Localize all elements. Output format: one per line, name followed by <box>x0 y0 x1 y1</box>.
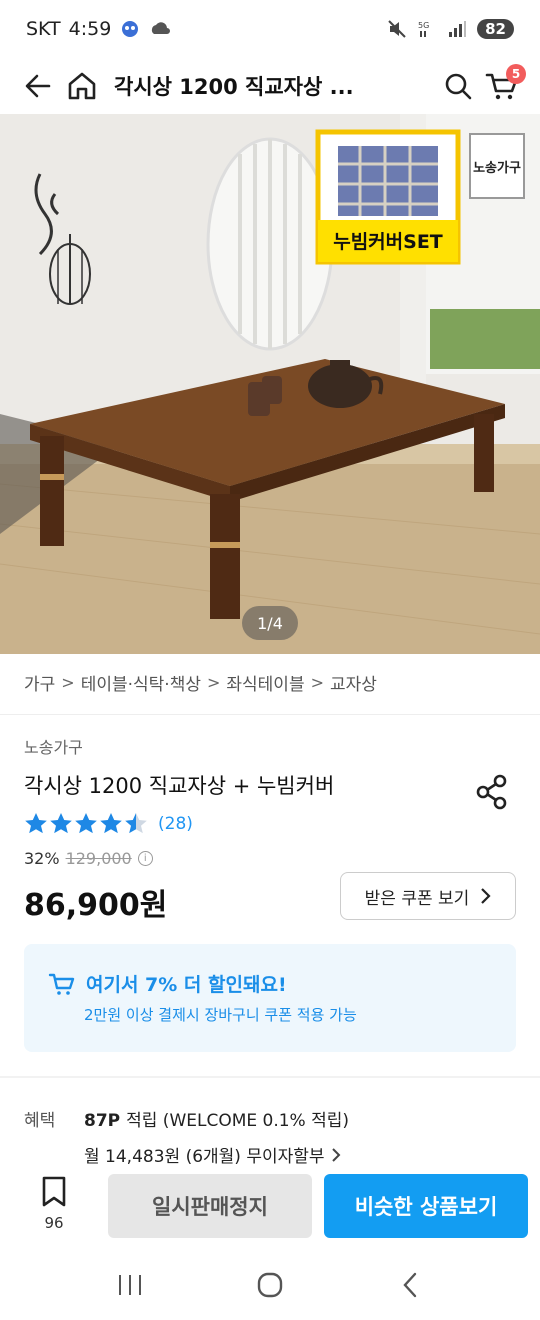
discount-percent: 32% <box>24 849 60 868</box>
review-count-link[interactable]: (28) <box>158 814 193 834</box>
bookmark-button[interactable]: 96 <box>30 1176 78 1240</box>
cart-icon <box>48 973 75 995</box>
breadcrumb-item[interactable]: 교자상 <box>330 670 377 695</box>
time-label: 4:59 <box>68 18 112 40</box>
divider <box>0 714 540 715</box>
chevron-right-icon: > <box>206 673 221 692</box>
chevron-right-icon <box>331 1147 340 1162</box>
system-navigation-bar <box>0 1250 540 1320</box>
image-pager: 1/4 <box>242 606 298 640</box>
back-button[interactable] <box>16 64 60 108</box>
home-circle-icon <box>257 1272 283 1298</box>
points-benefit: 87P 적립 (WELCOME 0.1% 적립) <box>84 1106 349 1131</box>
app-notification-icon <box>119 19 141 39</box>
chevron-right-icon: > <box>310 673 324 692</box>
promo-banner[interactable]: 여기서 7% 더 할인돼요! 2만원 이상 결제시 장바구니 쿠폰 적용 가능 <box>24 944 516 1052</box>
points-description: 적립 (WELCOME 0.1% 적립) <box>126 1111 350 1131</box>
promo-title: 여기서 7% 더 할인돼요! <box>86 974 287 996</box>
bookmark-count: 96 <box>44 1214 64 1232</box>
breadcrumb-item[interactable]: 가구 <box>24 670 55 695</box>
points-amount: 87P <box>84 1111 121 1131</box>
rating-row[interactable]: (28) <box>24 812 193 836</box>
svg-text:5G: 5G <box>418 21 429 30</box>
brand-link[interactable]: 노송가구 <box>24 734 83 758</box>
chevron-right-icon <box>481 888 491 904</box>
share-button[interactable] <box>470 770 514 814</box>
section-divider <box>0 1076 540 1078</box>
star-rating <box>25 813 147 834</box>
battery-indicator: 82 <box>477 19 514 39</box>
promo-title-row: 여기서 7% 더 할인돼요! <box>48 970 287 997</box>
similar-products-button[interactable]: 비슷한 상품보기 <box>324 1174 528 1238</box>
5g-signal-icon: 5G <box>417 19 439 39</box>
home-icon <box>68 72 96 100</box>
product-photo: 누빔커버SET 노송가구 <box>0 114 540 654</box>
back-arrow-icon <box>25 74 51 98</box>
bottom-action-bar: 96 일시판매정지 비슷한 상품보기 <box>0 1166 540 1250</box>
page-title: 각시상 1200 직교자상 ... <box>114 75 354 99</box>
home-button[interactable] <box>60 64 104 108</box>
star-icon <box>50 813 72 834</box>
brand-logo-text: 노송가구 <box>473 161 521 176</box>
search-button[interactable] <box>436 64 480 108</box>
bookmark-icon <box>42 1176 66 1207</box>
star-icon <box>25 813 47 834</box>
star-icon <box>75 813 97 834</box>
breadcrumb-item[interactable]: 좌식테이블 <box>226 670 304 695</box>
view-coupons-button[interactable]: 받은 쿠폰 보기 <box>340 872 516 920</box>
share-icon <box>476 774 507 810</box>
discount-line: 32% 129,000 i <box>24 849 153 868</box>
breadcrumb: 가구 > 테이블·식탁·책상 > 좌식테이블 > 교자상 <box>24 670 377 695</box>
product-image-carousel[interactable]: 누빔커버SET 노송가구 <box>0 114 540 654</box>
back-chevron-icon <box>403 1272 417 1298</box>
recent-apps-button[interactable] <box>100 1260 160 1310</box>
original-price: 129,000 <box>65 849 132 868</box>
info-icon[interactable]: i <box>137 851 153 866</box>
mute-icon <box>387 19 409 39</box>
promo-subtitle: 2만원 이상 결제시 장바구니 쿠폰 적용 가능 <box>84 1006 357 1024</box>
sale-paused-button[interactable]: 일시판매정지 <box>108 1174 312 1238</box>
star-icon <box>100 813 122 834</box>
cart-count-badge: 5 <box>506 64 526 84</box>
recent-apps-icon <box>119 1275 141 1295</box>
coupon-button-label: 받은 쿠폰 보기 <box>364 888 470 909</box>
status-bar: SKT 4:59 5G 82 <box>0 0 540 58</box>
benefits-label: 혜택 <box>24 1111 56 1131</box>
sale-price: 86,900원 <box>24 888 168 923</box>
product-name: 각시상 1200 직교자상 + 누빔커버 <box>24 774 335 798</box>
overlay-badge-text: 누빔커버SET <box>333 231 443 253</box>
search-icon <box>445 73 472 100</box>
cloud-icon <box>149 19 171 39</box>
installment-link[interactable]: 월 14,483원 (6개월) 무이자할부 <box>84 1142 341 1167</box>
cart-button[interactable]: 5 <box>480 64 526 108</box>
breadcrumb-item[interactable]: 테이블·식탁·책상 <box>81 670 201 695</box>
chevron-right-icon: > <box>61 673 75 692</box>
back-nav-button[interactable] <box>380 1260 440 1310</box>
home-nav-button[interactable] <box>240 1260 300 1310</box>
installment-text: 월 14,483원 (6개월) 무이자할부 <box>84 1147 325 1167</box>
carrier-label: SKT <box>26 18 61 40</box>
half-star-icon <box>125 813 147 834</box>
cell-signal-icon <box>447 19 469 39</box>
top-header: 각시상 1200 직교자상 ... 5 <box>0 58 540 114</box>
